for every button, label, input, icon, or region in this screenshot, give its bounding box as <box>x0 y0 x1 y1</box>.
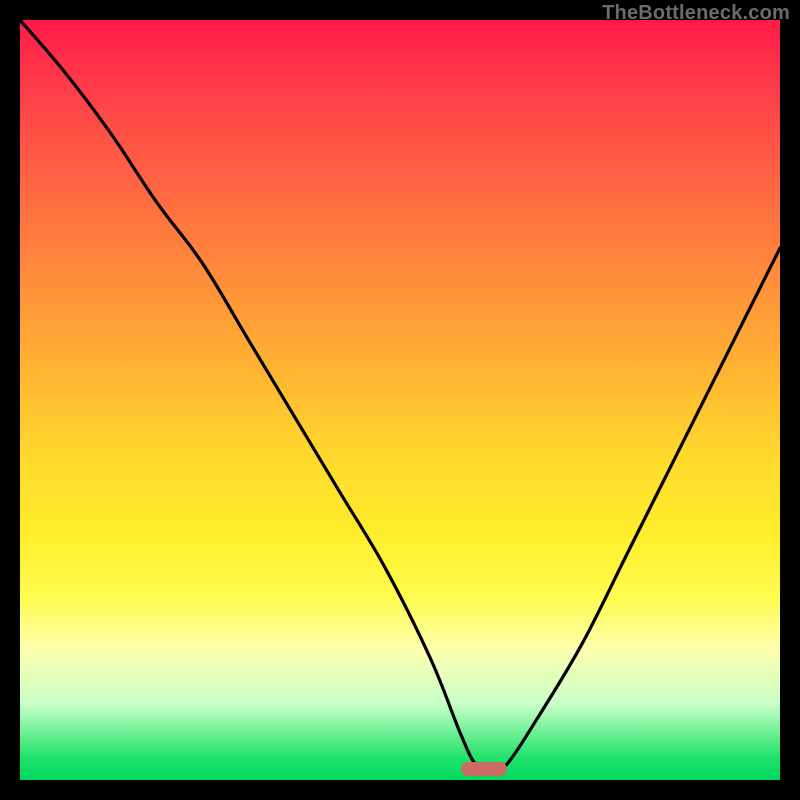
chart-container: TheBottleneck.com <box>0 0 800 800</box>
optimal-marker <box>461 762 507 776</box>
plot-area <box>20 20 780 780</box>
